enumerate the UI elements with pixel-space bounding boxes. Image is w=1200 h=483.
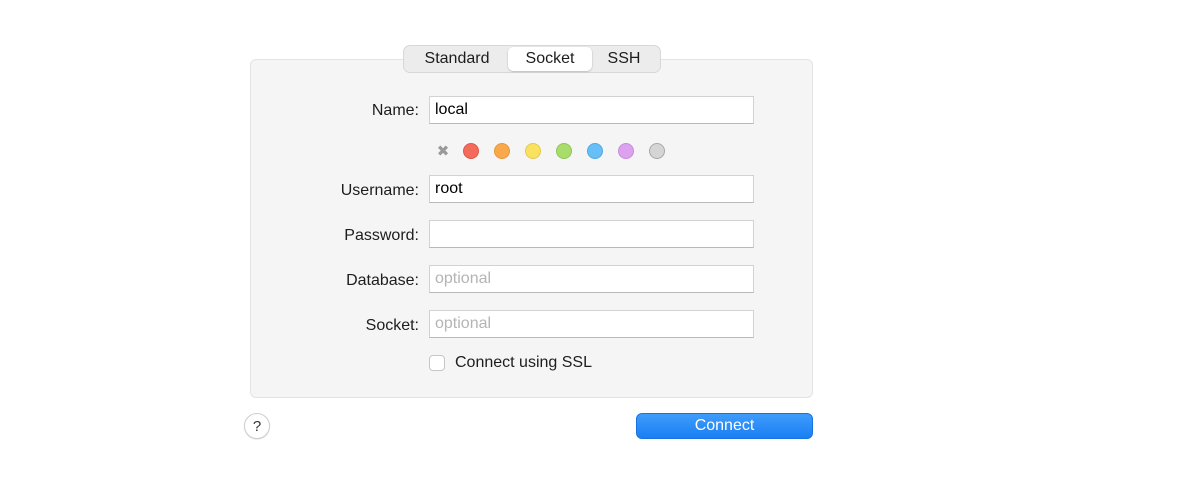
- color-swatch-blue[interactable]: [587, 143, 603, 159]
- clear-color-icon[interactable]: ✖: [434, 142, 452, 160]
- color-picker: ✖: [434, 142, 680, 160]
- color-swatch-yellow[interactable]: [525, 143, 541, 159]
- password-label: Password:: [344, 227, 419, 244]
- tab-standard[interactable]: Standard: [406, 47, 508, 71]
- connect-button[interactable]: Connect: [636, 413, 813, 439]
- database-label: Database:: [346, 272, 419, 289]
- socket-field[interactable]: [429, 310, 754, 338]
- socket-label: Socket:: [365, 317, 419, 334]
- name-label: Name:: [371, 102, 419, 119]
- ssl-checkbox[interactable]: [429, 355, 445, 371]
- color-swatch-green[interactable]: [556, 143, 572, 159]
- tab-socket[interactable]: Socket: [508, 47, 592, 71]
- tab-ssh[interactable]: SSH: [592, 47, 656, 71]
- username-label: Username:: [340, 182, 419, 199]
- name-field[interactable]: [429, 96, 754, 124]
- color-swatch-red[interactable]: [463, 143, 479, 159]
- color-swatch-orange[interactable]: [494, 143, 510, 159]
- database-field[interactable]: [429, 265, 754, 293]
- help-button[interactable]: ?: [244, 413, 270, 439]
- color-swatch-gray[interactable]: [649, 143, 665, 159]
- color-swatch-purple[interactable]: [618, 143, 634, 159]
- ssl-label: Connect using SSL: [455, 354, 592, 371]
- username-field[interactable]: [429, 175, 754, 203]
- ssl-option[interactable]: Connect using SSL: [429, 354, 592, 372]
- password-field[interactable]: [429, 220, 754, 248]
- connection-type-segmented-control: Standard Socket SSH: [403, 45, 661, 73]
